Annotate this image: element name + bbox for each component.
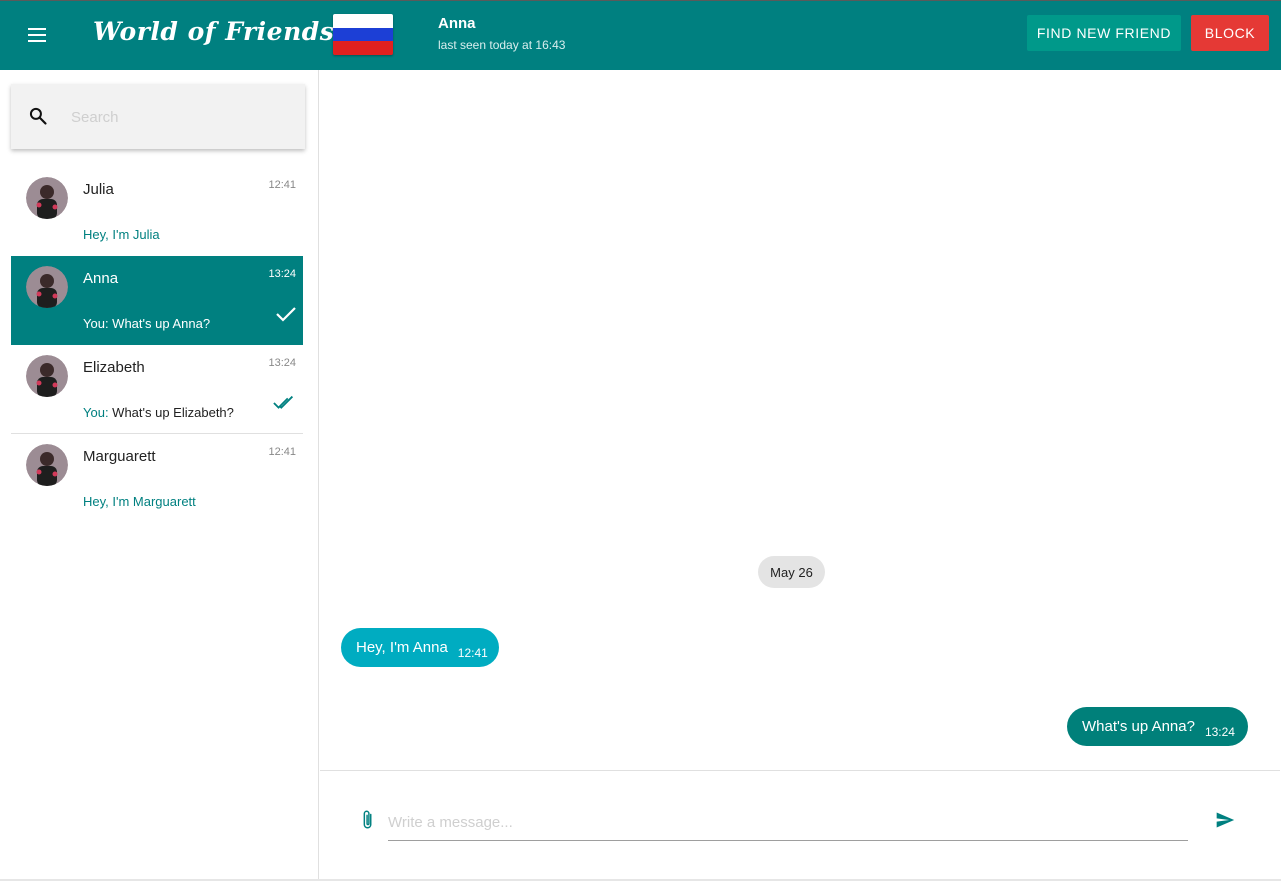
conversation-panel: May 26 Hey, I'm Anna 12:41 What's up Ann… (320, 70, 1280, 770)
chat-preview: Hey, I'm Marguarett (83, 494, 196, 509)
message-composer (320, 770, 1280, 879)
russia-flag-icon (333, 14, 393, 55)
preview-text: Hey, I'm Marguarett (83, 494, 196, 509)
search-icon[interactable] (28, 106, 48, 126)
message-time: 12:41 (457, 645, 488, 660)
date-separator: May 26 (758, 556, 825, 588)
message-text: What's up Anna? (1082, 718, 1195, 735)
avatar (26, 177, 68, 219)
block-button[interactable]: BLOCK (1191, 15, 1269, 51)
chat-name: Elizabeth (83, 359, 145, 376)
chat-name: Anna (83, 270, 119, 287)
avatar (26, 355, 68, 397)
avatar (26, 444, 68, 486)
chat-name: Marguarett (83, 448, 156, 465)
search-input[interactable] (71, 106, 291, 128)
search-box (11, 84, 305, 149)
message-text: Hey, I'm Anna (356, 639, 448, 656)
menu-icon[interactable] (28, 28, 46, 42)
contact-last-seen: last seen today at 16:43 (438, 38, 566, 52)
message-bubble-outgoing: What's up Anna? 13:24 (1067, 707, 1248, 746)
sent-check-icon (276, 307, 296, 322)
read-double-check-icon (273, 395, 294, 409)
chat-item-marguarett[interactable]: Marguarett 12:41 Hey, I'm Marguarett (11, 434, 303, 523)
preview-prefix: You: (83, 405, 113, 420)
chat-time: 12:41 (268, 179, 296, 191)
message-input[interactable] (388, 805, 1188, 841)
find-new-friend-button[interactable]: FIND NEW FRIEND (1027, 15, 1181, 51)
chat-time: 13:24 (268, 268, 296, 280)
message-bubble-incoming: Hey, I'm Anna 12:41 (341, 628, 499, 667)
chat-preview: Hey, I'm Julia (83, 227, 160, 242)
chat-sidebar: Julia 12:41 Hey, I'm Julia Anna 13:24 Yo… (0, 70, 319, 881)
chat-time: 12:41 (268, 446, 296, 458)
attach-paperclip-icon[interactable] (360, 809, 376, 831)
preview-prefix: You: (83, 316, 113, 331)
chat-list: Julia 12:41 Hey, I'm Julia Anna 13:24 Yo… (11, 167, 303, 523)
chat-item-julia[interactable]: Julia 12:41 Hey, I'm Julia (11, 167, 303, 256)
chat-name: Julia (83, 181, 114, 198)
chat-preview: You: What's up Anna? (83, 316, 210, 331)
top-app-bar: World of Friends Anna last seen today at… (0, 0, 1281, 70)
preview-text: What's up Anna? (112, 316, 211, 331)
message-time: 13:24 (1204, 724, 1235, 739)
chat-preview: You: What's up Elizabeth? (83, 405, 234, 420)
preview-text: Hey, I'm Julia (83, 227, 160, 242)
contact-name: Anna (438, 15, 476, 32)
preview-text: What's up Elizabeth? (112, 405, 234, 420)
app-logo: World of Friends (93, 17, 335, 46)
chat-time: 13:24 (268, 357, 296, 369)
chat-item-anna[interactable]: Anna 13:24 You: What's up Anna? (11, 256, 303, 345)
chat-item-elizabeth[interactable]: Elizabeth 13:24 You: What's up Elizabeth… (11, 345, 303, 434)
send-icon[interactable] (1215, 810, 1235, 830)
avatar (26, 266, 68, 308)
